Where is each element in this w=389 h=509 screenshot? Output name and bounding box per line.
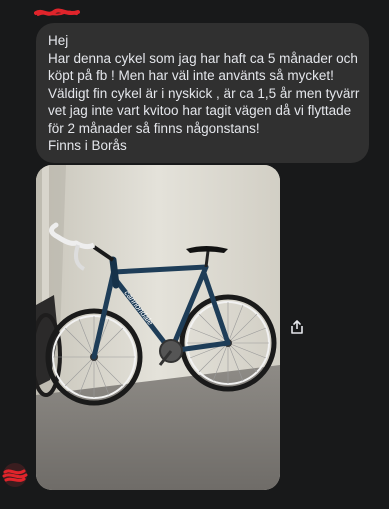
avatar-redacted[interactable] bbox=[2, 462, 28, 488]
message-bubble: Hej Har denna cykel som jag har haft ca … bbox=[36, 23, 369, 163]
sender-name-redacted bbox=[34, 6, 80, 18]
message-line: för 2 månader så finns någonstans! bbox=[48, 120, 260, 136]
bike-illustration: cannondale bbox=[36, 165, 280, 490]
message-line: köpt på fb ! Men har väl inte använts så… bbox=[48, 68, 334, 83]
message-line: Väldigt fin cykel är i nyskick , är ca 1… bbox=[48, 85, 360, 101]
message-line: Finns i Borås bbox=[48, 138, 127, 153]
bike-photo[interactable]: cannondale bbox=[36, 165, 280, 490]
message-line: vet jag inte vart kvitoo har tagit vägen… bbox=[48, 103, 352, 118]
message-line: Har denna cykel som jag har haft ca 5 må… bbox=[48, 50, 358, 66]
share-button[interactable] bbox=[287, 317, 307, 337]
share-icon bbox=[291, 320, 303, 334]
message-line: Hej bbox=[48, 33, 69, 48]
